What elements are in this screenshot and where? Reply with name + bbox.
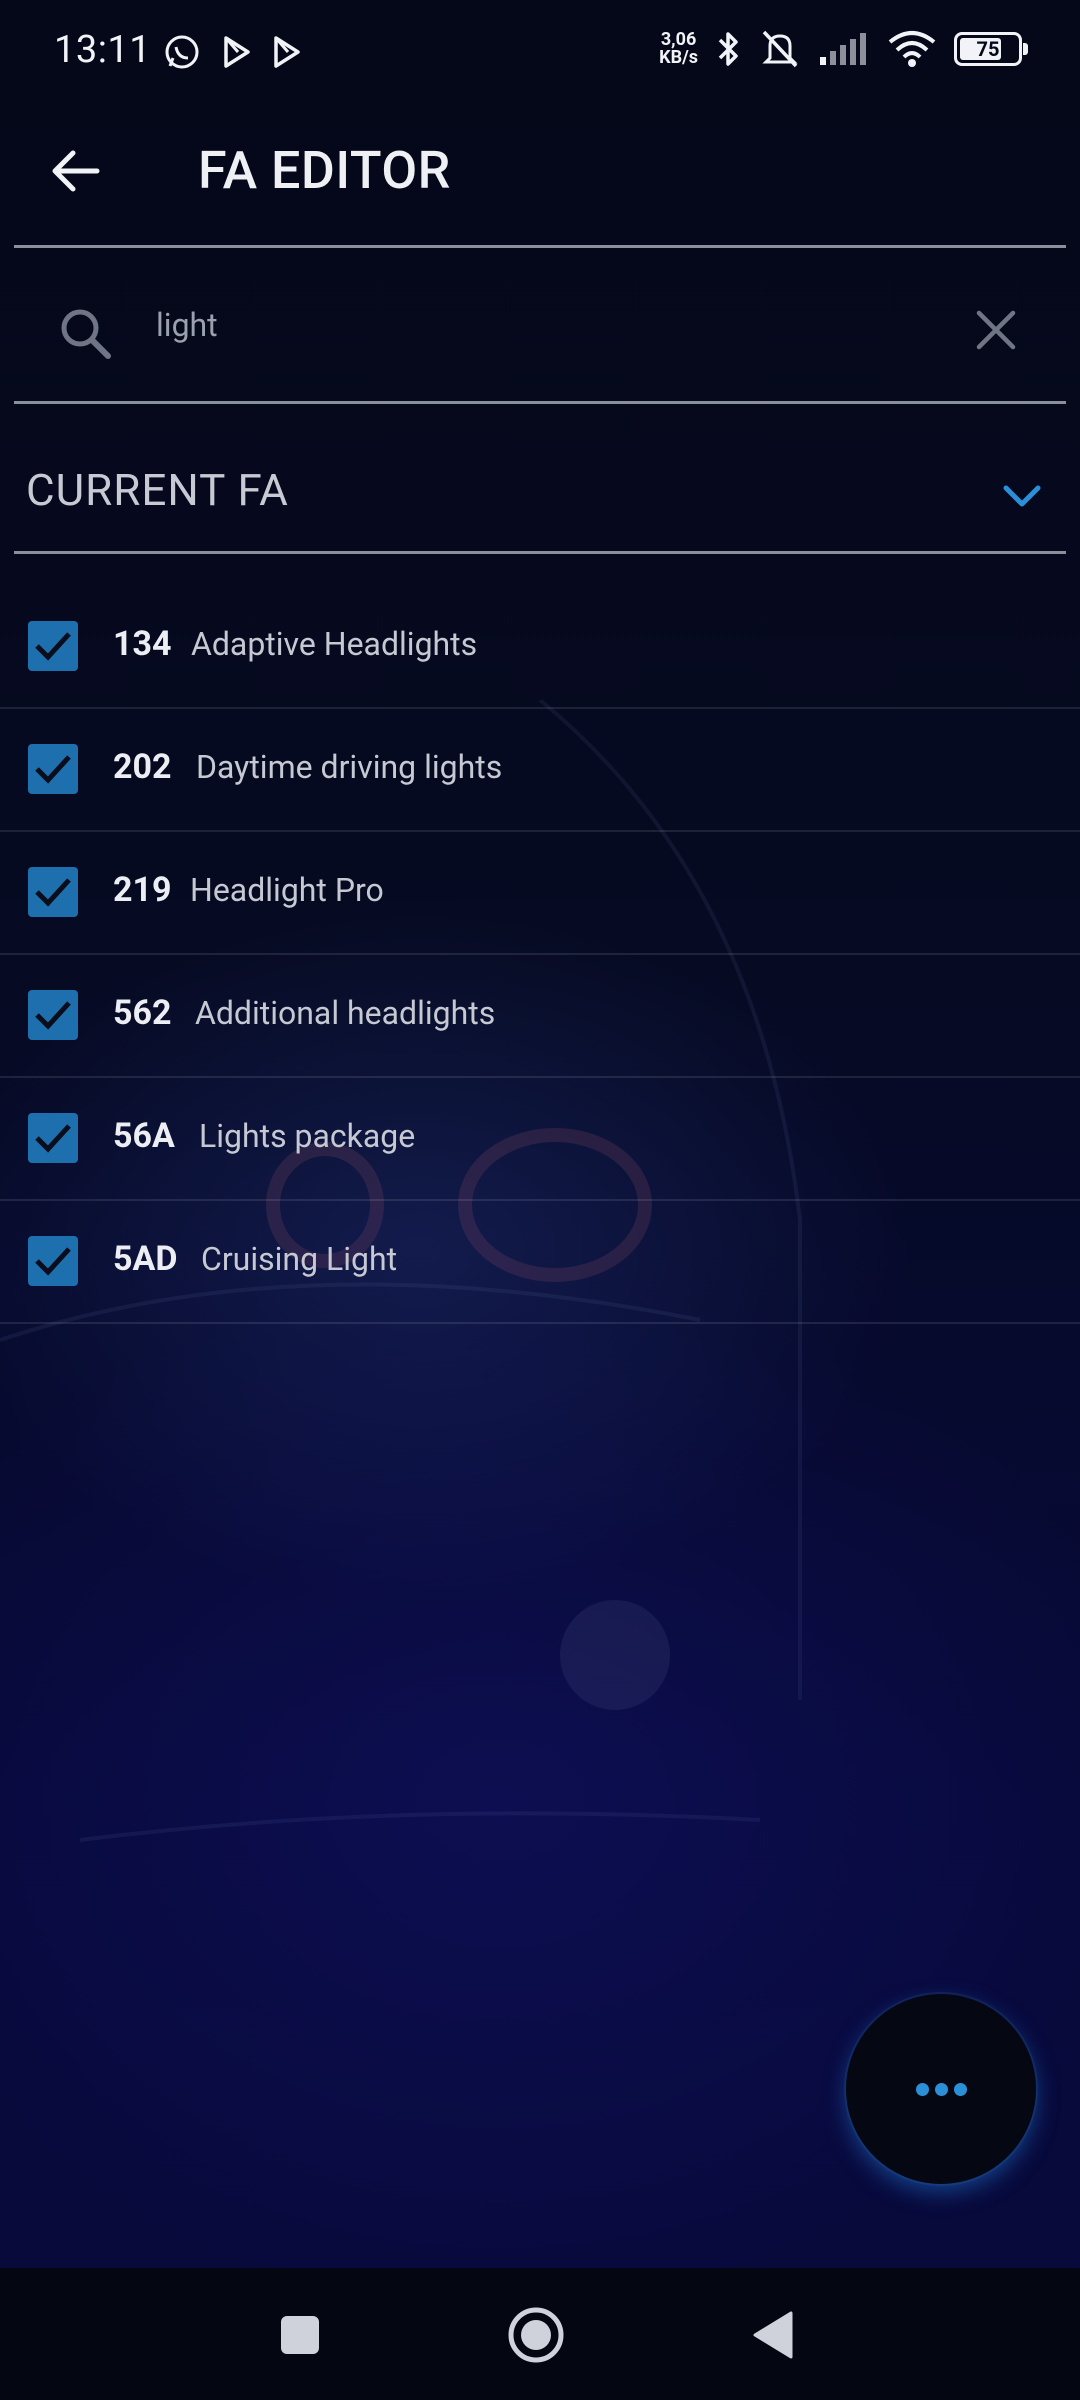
fa-name: Lights package: [199, 1117, 416, 1155]
system-navigation-bar: [0, 2268, 1080, 2400]
more-dots-icon: [953, 2082, 967, 2096]
search-input[interactable]: [154, 296, 938, 354]
fa-name: Daytime driving lights: [196, 748, 503, 786]
check-icon: [35, 755, 71, 784]
back-button[interactable]: [40, 136, 110, 206]
clear-search-button[interactable]: [966, 300, 1026, 360]
checkbox-checked[interactable]: [28, 744, 78, 794]
checkbox-checked[interactable]: [28, 867, 78, 917]
current-fa-section-header[interactable]: CURRENT FA: [0, 412, 1080, 552]
bluetooth-icon: [718, 32, 738, 66]
triangle-back-icon: [753, 2311, 793, 2359]
network-speed: 3,06 KB/s: [659, 31, 698, 67]
fa-code: 562: [113, 993, 172, 1033]
system-icons: 3,06 KB/s 75: [659, 28, 1028, 70]
search-icon: [61, 309, 111, 359]
fa-code: 56A: [113, 1116, 175, 1156]
square-icon: [281, 2316, 319, 2354]
app-bar: FA EDITOR: [0, 100, 1080, 246]
battery-indicator: 75: [954, 32, 1028, 66]
fa-code: 5AD: [113, 1239, 178, 1279]
list-item[interactable]: 219 Headlight Pro: [0, 832, 1080, 955]
fa-code: 202: [113, 747, 172, 787]
check-icon: [35, 1001, 71, 1030]
fa-name: Headlight Pro: [190, 871, 384, 909]
check-icon: [35, 1124, 71, 1153]
list-item[interactable]: 56A Lights package: [0, 1078, 1080, 1201]
more-dots-icon: [915, 2082, 929, 2096]
chevron-down-icon: [1003, 485, 1041, 507]
fa-code: 134: [113, 624, 172, 664]
more-dots-icon: [934, 2082, 948, 2096]
bell-muted-icon: [762, 30, 798, 68]
status-time: 13:11: [54, 28, 152, 72]
fa-code: 219: [113, 870, 172, 910]
divider: [14, 401, 1066, 404]
status-bar: 13:11 3,06 KB/s 75: [0, 0, 1080, 100]
cellular-signal-icon: [820, 33, 866, 65]
arrow-back-icon: [52, 150, 100, 192]
back-nav-button[interactable]: [742, 2304, 804, 2366]
wifi-icon: [888, 31, 936, 67]
fa-name: Adaptive Headlights: [191, 625, 478, 663]
checkbox-checked[interactable]: [28, 990, 78, 1040]
search-bar: [14, 250, 1066, 400]
page-title: FA EDITOR: [198, 140, 451, 201]
checkbox-checked[interactable]: [28, 1113, 78, 1163]
checkbox-checked[interactable]: [28, 621, 78, 671]
list-item[interactable]: 5AD Cruising Light: [0, 1201, 1080, 1324]
screen: 13:11 3,06 KB/s 75 FA EDITOR light CURRE…: [0, 0, 1080, 2400]
list-item[interactable]: 134 Adaptive Headlights: [0, 586, 1080, 709]
recents-button[interactable]: [269, 2304, 331, 2366]
fa-name: Additional headlights: [195, 994, 496, 1032]
network-speed-unit: KB/s: [659, 47, 698, 68]
list-item[interactable]: 562 Additional headlights: [0, 955, 1080, 1078]
more-options-fab[interactable]: [846, 1994, 1036, 2184]
section-title: CURRENT FA: [26, 464, 289, 516]
play-store-icon-2: [274, 36, 300, 68]
fa-name: Cruising Light: [201, 1240, 398, 1278]
list-item[interactable]: 202 Daytime driving lights: [0, 709, 1080, 832]
home-button[interactable]: [505, 2304, 567, 2366]
check-icon: [35, 878, 71, 907]
battery-level-text: 75: [976, 37, 1000, 61]
check-icon: [35, 632, 71, 661]
close-icon: [976, 310, 1016, 350]
divider: [14, 245, 1066, 248]
play-store-icon: [224, 36, 250, 68]
whatsapp-icon: [165, 35, 199, 69]
checkbox-checked[interactable]: [28, 1236, 78, 1286]
check-icon: [35, 1247, 71, 1276]
divider: [14, 551, 1066, 554]
home-circle-icon: [508, 2307, 564, 2363]
notification-icons: [162, 32, 302, 72]
fa-list: 134 Adaptive Headlights 202 Daytime driv…: [0, 586, 1080, 1324]
